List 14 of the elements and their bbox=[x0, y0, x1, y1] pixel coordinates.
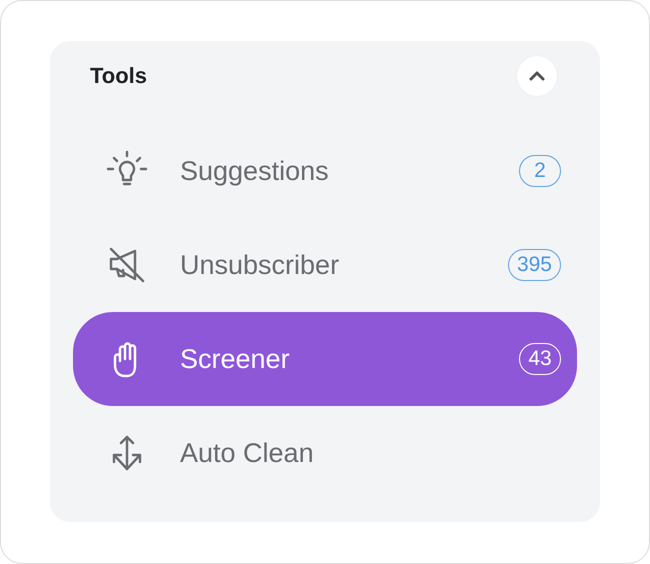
menu-item[interactable]: Auto Clean bbox=[73, 406, 577, 500]
menu-item[interactable]: Suggestions 2 bbox=[73, 124, 577, 218]
panel-title: Tools bbox=[90, 62, 148, 88]
menu-item[interactable]: Unsubscriber 395 bbox=[73, 218, 577, 312]
count-badge: 395 bbox=[508, 249, 561, 281]
item-label: Screener bbox=[180, 344, 291, 374]
count-badge: 2 bbox=[519, 155, 561, 187]
item-label: Suggestions bbox=[180, 156, 330, 186]
item-label: Unsubscriber bbox=[180, 250, 340, 280]
collapse-button[interactable] bbox=[517, 56, 557, 96]
count-badge: 43 bbox=[519, 343, 561, 375]
item-label: Auto Clean bbox=[180, 438, 315, 468]
chevron-up-icon bbox=[528, 70, 546, 82]
menu-item[interactable]: Screener 43 bbox=[73, 312, 577, 406]
